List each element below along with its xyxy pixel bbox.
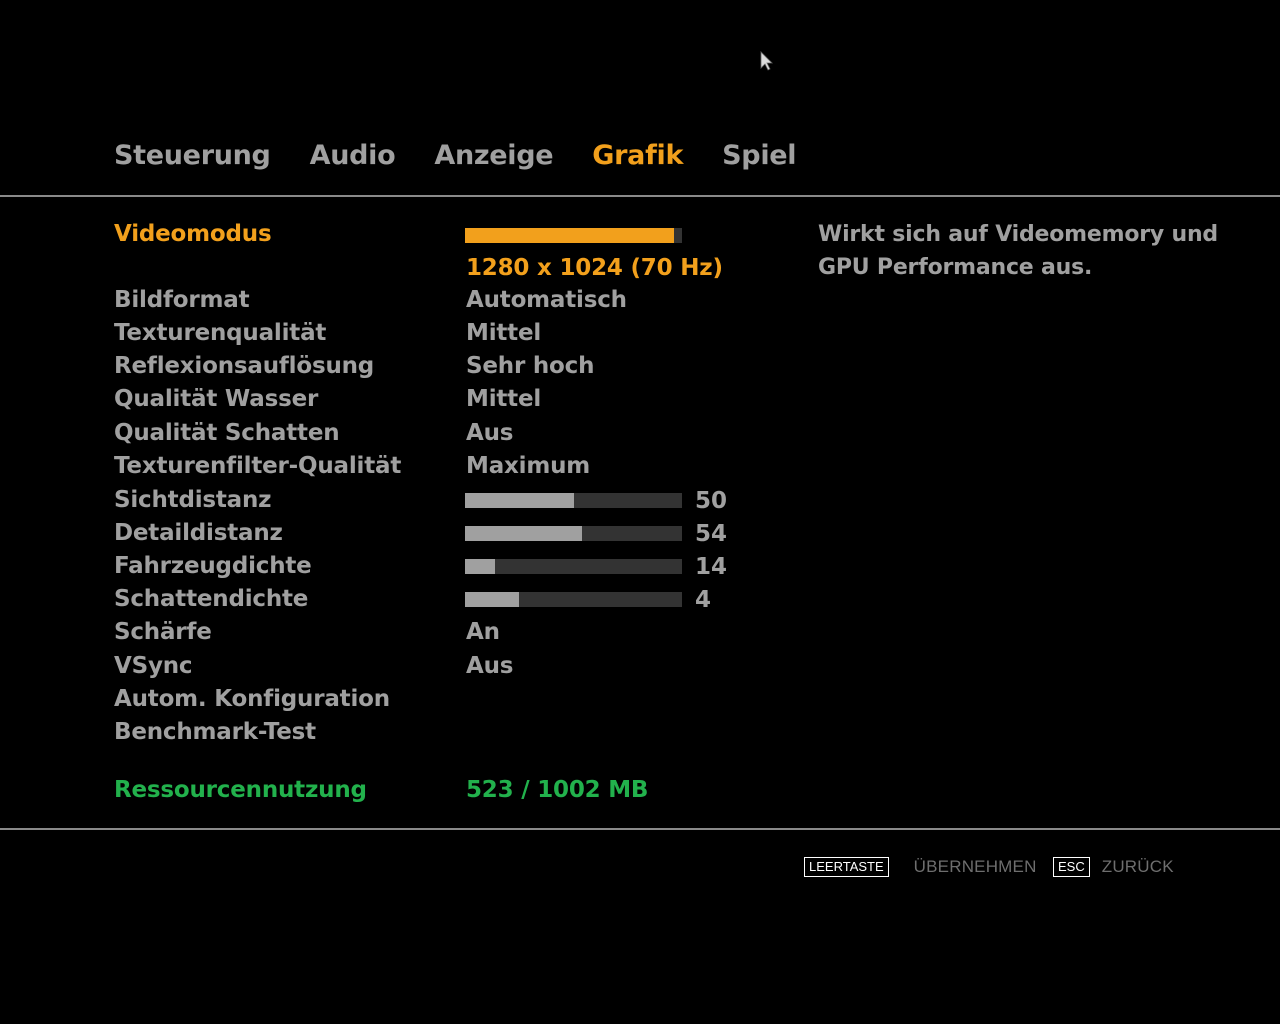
setting-label: Sichtdistanz bbox=[114, 487, 272, 513]
setting-value: Sehr hoch bbox=[466, 353, 595, 379]
setting-bildformat[interactable]: Bildformat Automatisch bbox=[114, 284, 774, 316]
setting-value: Mittel bbox=[466, 320, 542, 346]
back-prompt[interactable]: ESC ZURÜCK bbox=[1053, 855, 1174, 879]
setting-label: Texturenqualität bbox=[114, 320, 327, 346]
videomodus-slider[interactable] bbox=[465, 228, 682, 243]
setting-texturenfilter[interactable]: Texturenfilter-Qualität Maximum bbox=[114, 450, 774, 482]
slider-fill bbox=[465, 228, 675, 243]
setting-sichtdistanz[interactable]: Sichtdistanz 50 bbox=[114, 484, 774, 516]
setting-value: Mittel bbox=[466, 386, 542, 412]
setting-value: Maximum bbox=[466, 453, 591, 479]
setting-qualitaet-wasser[interactable]: Qualität Wasser Mittel bbox=[114, 383, 774, 415]
setting-value: Aus bbox=[466, 653, 514, 679]
setting-label: Benchmark-Test bbox=[114, 719, 316, 745]
setting-label: Fahrzeugdichte bbox=[114, 553, 312, 579]
setting-texturenqualitaet[interactable]: Texturenqualität Mittel bbox=[114, 317, 774, 349]
setting-schaerfe[interactable]: Schärfe An bbox=[114, 616, 774, 648]
setting-label: Videomodus bbox=[114, 221, 272, 247]
setting-detaildistanz[interactable]: Detaildistanz 54 bbox=[114, 517, 774, 549]
esc-key-icon: ESC bbox=[1053, 857, 1090, 877]
slider-fill bbox=[465, 493, 574, 508]
fahrzeugdichte-slider[interactable] bbox=[465, 559, 682, 574]
back-label: ZURÜCK bbox=[1101, 857, 1174, 876]
setting-fahrzeugdichte[interactable]: Fahrzeugdichte 14 bbox=[114, 550, 774, 582]
setting-schattendichte[interactable]: Schattendichte 4 bbox=[114, 583, 774, 615]
resource-value: 523 / 1002 MB bbox=[466, 777, 649, 803]
setting-description: Wirkt sich auf Videomemory und GPU Perfo… bbox=[818, 222, 1218, 280]
slider-fill bbox=[465, 592, 520, 607]
settings-tab-bar: Steuerung Audio Anzeige Grafik Spiel bbox=[114, 138, 835, 178]
resource-label: Ressourcennutzung bbox=[114, 777, 367, 803]
setting-value: An bbox=[466, 619, 500, 645]
top-divider bbox=[0, 195, 1280, 197]
tab-grafik[interactable]: Grafik bbox=[592, 138, 683, 178]
detaildistanz-slider[interactable] bbox=[465, 526, 682, 541]
autom-konfiguration-button[interactable]: Autom. Konfiguration bbox=[114, 683, 774, 715]
slider-value: 50 bbox=[695, 488, 728, 514]
setting-label: Qualität Wasser bbox=[114, 386, 319, 412]
tab-anzeige[interactable]: Anzeige bbox=[434, 138, 553, 178]
setting-label: VSync bbox=[114, 653, 193, 679]
setting-videomodus[interactable]: Videomodus 1280 x 1024 (70 Hz) bbox=[114, 218, 774, 284]
setting-label: Detaildistanz bbox=[114, 520, 283, 546]
setting-reflexionsaufloesung[interactable]: Reflexionsauflösung Sehr hoch bbox=[114, 350, 774, 382]
ressourcennutzung-readout: Ressourcennutzung 523 / 1002 MB bbox=[114, 774, 774, 806]
apply-prompt[interactable]: LEERTASTE ÜBERNEHMEN bbox=[804, 855, 1037, 879]
setting-label: Autom. Konfiguration bbox=[114, 686, 390, 712]
setting-label: Schärfe bbox=[114, 619, 212, 645]
slider-fill bbox=[465, 559, 496, 574]
setting-value: 1280 x 1024 (70 Hz) bbox=[466, 255, 723, 281]
leertaste-key-icon: LEERTASTE bbox=[804, 857, 889, 877]
slider-fill bbox=[465, 526, 583, 541]
apply-label: ÜBERNEHMEN bbox=[913, 857, 1037, 876]
setting-label: Qualität Schatten bbox=[114, 420, 340, 446]
tab-audio[interactable]: Audio bbox=[310, 138, 396, 178]
setting-label: Schattendichte bbox=[114, 586, 309, 612]
setting-value: Aus bbox=[466, 420, 514, 446]
setting-label: Texturenfilter-Qualität bbox=[114, 453, 402, 479]
mouse-cursor-icon bbox=[760, 51, 773, 71]
slider-value: 54 bbox=[695, 521, 728, 547]
setting-vsync[interactable]: VSync Aus bbox=[114, 650, 774, 682]
slider-value: 4 bbox=[695, 587, 712, 613]
sichtdistanz-slider[interactable] bbox=[465, 493, 682, 508]
bottom-divider bbox=[0, 828, 1280, 830]
setting-qualitaet-schatten[interactable]: Qualität Schatten Aus bbox=[114, 417, 774, 449]
benchmark-test-button[interactable]: Benchmark-Test bbox=[114, 716, 774, 748]
schattendichte-slider[interactable] bbox=[465, 592, 682, 607]
tab-steuerung[interactable]: Steuerung bbox=[114, 138, 271, 178]
setting-value: Automatisch bbox=[466, 287, 627, 313]
tab-spiel[interactable]: Spiel bbox=[722, 138, 796, 178]
slider-value: 14 bbox=[695, 554, 728, 580]
setting-label: Bildformat bbox=[114, 287, 250, 313]
setting-label: Reflexionsauflösung bbox=[114, 353, 375, 379]
